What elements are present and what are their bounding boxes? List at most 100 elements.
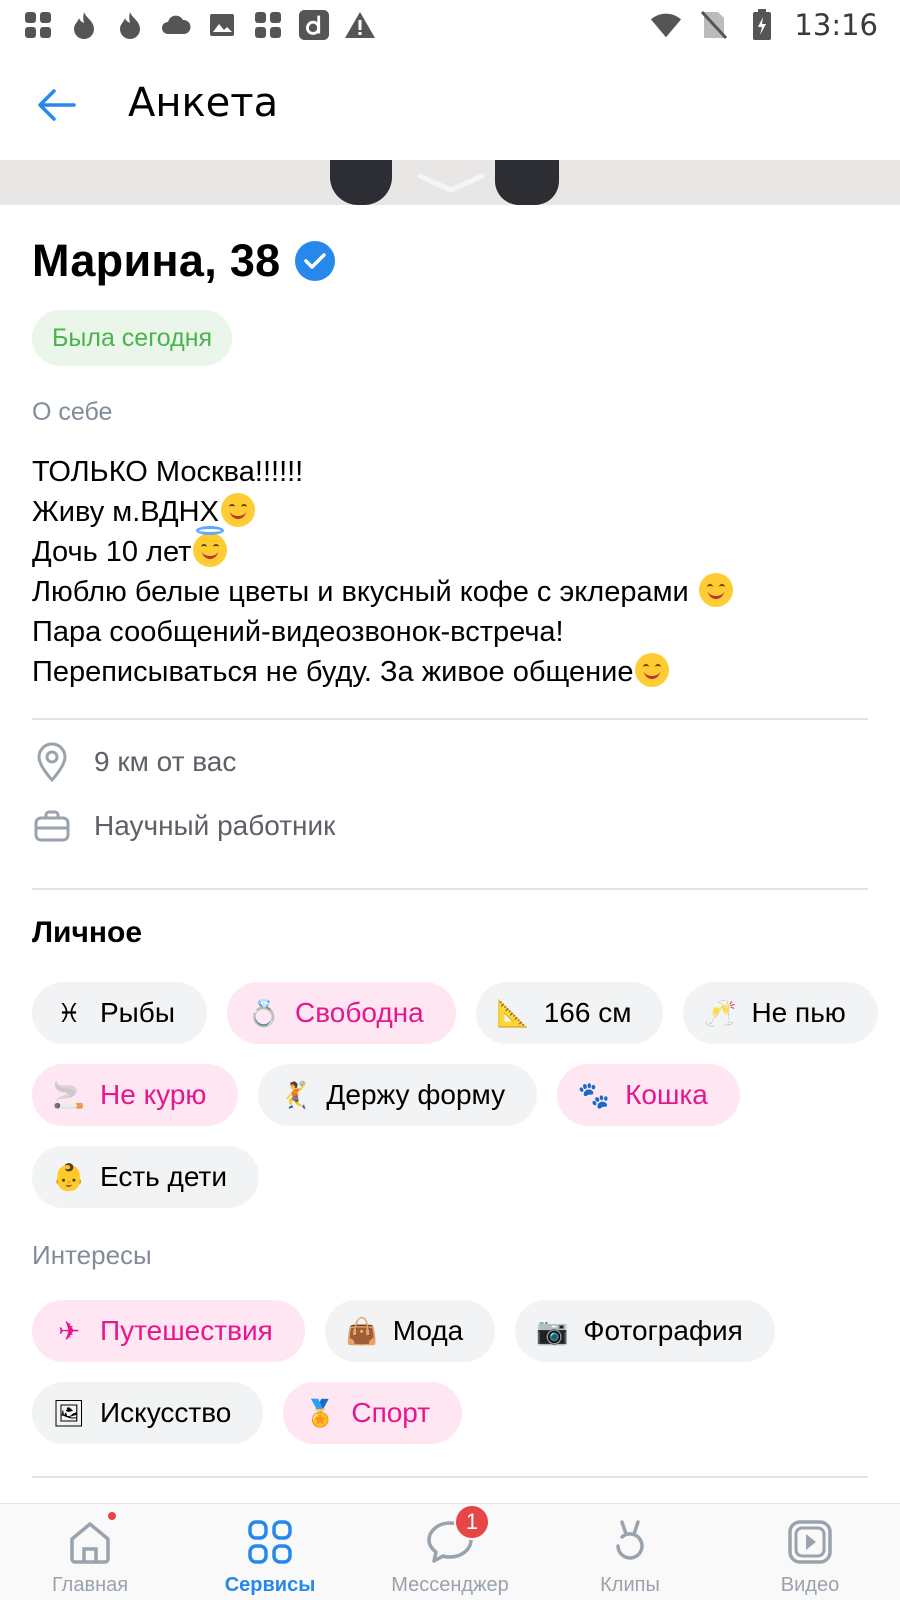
personal-chips: ♓ Рыбы 💍 Свободна 📐 166 см 🥂 Не пью 🚬 Не курю 🤾 Дер… (32, 982, 882, 1208)
about-line: ТОЛЬКО Москва!!!!!! (32, 452, 882, 492)
nav-video[interactable]: Видео (720, 1504, 900, 1600)
distance-row: 9 км от вас (32, 742, 236, 782)
status-bar: 13:16 (0, 0, 900, 50)
tag-chip[interactable]: 🥂 Не пью (683, 982, 878, 1044)
chevron-down-icon (417, 173, 485, 193)
chip-label: Не пью (751, 997, 846, 1028)
distance-text: 9 км от вас (94, 746, 237, 777)
tag-chip[interactable]: 📐 166 см (475, 982, 664, 1044)
tag-chip[interactable]: 💍 Свободна (226, 982, 456, 1044)
chip-label: Держу форму (326, 1079, 506, 1110)
about-line: Люблю белые цветы и вкусный кофе с эклер… (32, 572, 882, 612)
about-line-text: Переписываться не буду. За живое общение (32, 656, 634, 688)
notification-icons (22, 9, 376, 41)
tag-chip[interactable]: 🖼 Искусство (32, 1382, 264, 1444)
profile-header: Марина, 38 (32, 235, 336, 287)
about-label: О себе (32, 398, 113, 426)
divider (32, 888, 868, 890)
page-title: Анкета (128, 80, 279, 126)
about-line-text: ТОЛЬКО Москва!!!!!! (32, 456, 304, 488)
chip-emoji-icon: 🥂 (704, 997, 737, 1028)
about-line-text: Живу м.ВДНХ (32, 496, 219, 528)
chip-label: Рыбы (100, 997, 175, 1028)
warning-icon (344, 9, 376, 41)
nav-messenger[interactable]: 1 Мессенджер (360, 1504, 540, 1600)
verified-icon (295, 241, 336, 281)
interests-section-title: Интересы (32, 1240, 152, 1270)
about-line: Пара сообщений-видеозвонок-встреча! (32, 612, 882, 652)
tag-chip[interactable]: 👶 Есть дети (32, 1146, 259, 1208)
chip-label: Мода (392, 1315, 464, 1346)
profile-name: Марина, 38 (32, 235, 281, 286)
tag-chip[interactable]: ♓ Рыбы (32, 982, 207, 1044)
chip-emoji-icon: 👜 (345, 1315, 378, 1346)
no-signal-icon (698, 9, 730, 41)
back-button[interactable] (28, 80, 84, 130)
tag-chip[interactable]: 🚬 Не курю (32, 1064, 239, 1126)
nav-label: Сервисы (224, 1574, 316, 1596)
about-line-text: Дочь 10 лет (32, 536, 192, 568)
chip-label: Искусство (100, 1397, 232, 1428)
tag-chip[interactable]: 🤾 Держу форму (258, 1064, 538, 1126)
tag-chip[interactable]: 👜 Мода (324, 1300, 496, 1362)
location-pin-icon (32, 742, 72, 782)
chip-label: Кошка (625, 1079, 708, 1110)
chip-emoji-icon: 👶 (52, 1161, 86, 1192)
flame-icon (114, 9, 146, 41)
smile-emoji-icon (635, 653, 670, 687)
chip-emoji-icon: ♓ (57, 997, 81, 1028)
chip-label: 166 см (543, 997, 632, 1028)
smile-emoji-icon (220, 493, 255, 527)
chip-emoji-icon: 🚬 (52, 1079, 86, 1110)
grin-emoji-icon (698, 573, 733, 607)
chip-emoji-icon: 📐 (496, 997, 529, 1028)
about-line-text: Пара сообщений-видеозвонок-встреча! (32, 616, 564, 648)
chip-emoji-icon: 🏅 (304, 1397, 337, 1428)
tag-chip[interactable]: 🏅 Спорт (283, 1382, 463, 1444)
slack-icon (22, 9, 54, 41)
chip-label: Спорт (351, 1397, 431, 1428)
briefcase-icon (32, 806, 72, 846)
chip-emoji-icon: ✈ (58, 1315, 80, 1346)
tag-chip[interactable]: 🐾 Кошка (557, 1064, 740, 1126)
job-row: Научный работник (32, 806, 335, 846)
tag-chip[interactable]: 📷 Фотография (515, 1300, 775, 1362)
about-line-text: Люблю белые цветы и вкусный кофе с эклер… (32, 576, 697, 608)
nav-home[interactable]: Главная (0, 1504, 180, 1600)
unread-badge: 1 (454, 1504, 490, 1540)
chip-label: Свободна (294, 997, 424, 1028)
nav-label: Клипы (600, 1574, 660, 1596)
interest-chips: ✈ Путешествия 👜 Мода 📷 Фотография 🖼 Искусство 🏅 С… (32, 1300, 882, 1444)
nav-label: Видео (780, 1574, 840, 1596)
tag-chip[interactable]: ✈ Путешествия (32, 1300, 305, 1362)
image-icon (206, 9, 238, 41)
chip-emoji-icon: 🤾 (279, 1079, 312, 1110)
profile-photo[interactable] (0, 160, 900, 205)
services-icon (244, 1516, 296, 1568)
nav-label: Мессенджер (391, 1574, 509, 1596)
clock: 13:16 (794, 8, 878, 42)
nav-services[interactable]: Сервисы (180, 1504, 360, 1600)
nav-clips[interactable]: Клипы (540, 1504, 720, 1600)
app-bar: Анкета (0, 50, 900, 160)
about-line: Дочь 10 лет (32, 526, 882, 572)
about-line: Живу м.ВДНХ (32, 492, 882, 532)
halo-emoji-icon (193, 526, 228, 567)
about-text: ТОЛЬКО Москва!!!!!! Живу м.ВДНХ Дочь 10 ле… (32, 452, 882, 692)
home-icon (64, 1516, 116, 1568)
chip-label: Не курю (100, 1079, 207, 1110)
online-status-badge: Была сегодня (32, 310, 233, 366)
personal-section-title: Личное (32, 916, 143, 949)
divider (32, 1476, 868, 1478)
chip-emoji-icon: 🐾 (577, 1079, 611, 1110)
nav-label: Главная (51, 1574, 129, 1596)
chip-label: Фотография (583, 1315, 743, 1346)
battery-icon (746, 9, 778, 41)
chip-emoji-icon: 💍 (247, 997, 281, 1028)
clips-icon (604, 1516, 656, 1568)
bottom-navigation: Главная Сервисы 1 Мессенджер Клипы Видео (0, 1503, 900, 1600)
chip-label: Путешествия (100, 1315, 273, 1346)
arrow-left-icon (38, 89, 76, 121)
about-line: Переписываться не буду. За живое общение (32, 652, 882, 692)
job-text: Научный работник (94, 810, 336, 841)
